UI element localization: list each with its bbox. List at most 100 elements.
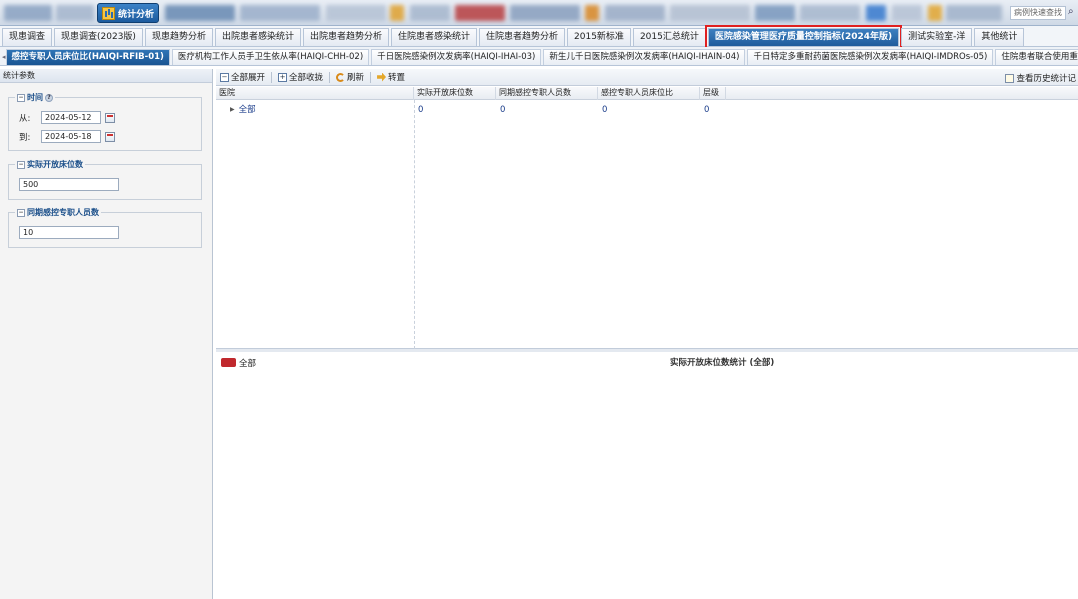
main-tab-bar: 现患调查 现患调查(2023版) 现患趋势分析 出院患者感染统计 出院患者趋势分析 住院患… — [0, 25, 1078, 49]
main-tab-3[interactable]: 出院患者感染统计 — [214, 28, 301, 46]
blurred-nav-item — [605, 5, 665, 21]
main-tab-1[interactable]: 现患调查(2023版) — [54, 28, 143, 46]
blurred-nav-item — [510, 5, 580, 21]
tree-row-label: 全部 — [238, 105, 256, 115]
refresh-label: 刷新 — [347, 73, 365, 83]
parameters-panel: 统计参数 − 时间 ? 从: 2024-05-12 到: 2024-05-18 … — [0, 69, 213, 599]
column-header-staff[interactable]: 同期感控专职人员数 — [496, 87, 598, 100]
blurred-nav-item — [455, 5, 505, 21]
sub-tab-3[interactable]: 新生儿千日医院感染例次发病率(HAIQI-IHAIN-04) — [543, 49, 746, 65]
expand-all-button[interactable]: − 全部展开 — [220, 71, 265, 83]
chart-legend-label[interactable]: 全部 — [239, 357, 256, 369]
from-date-input[interactable]: 2024-05-12 — [41, 111, 101, 124]
collapse-all-label: 全部收拢 — [289, 73, 324, 83]
column-header-hospital[interactable]: 医院 — [216, 87, 414, 100]
statistics-module-button[interactable]: 统计分析 — [97, 3, 159, 23]
main-tab-10[interactable]: 测试实验室-洋 — [901, 28, 973, 46]
collapse-tree-icon: + — [278, 72, 288, 82]
main-tab-2[interactable]: 现患趋势分析 — [144, 28, 213, 46]
chart-title: 实际开放床位数统计 (全部) — [670, 358, 775, 368]
main-tab-7[interactable]: 2015新标准 — [567, 28, 631, 46]
to-date-row: 到: 2024-05-18 — [19, 130, 115, 143]
blurred-nav-item — [946, 5, 1002, 21]
statistics-grid: 医院 实际开放床位数 同期感控专职人员数 感控专职人员床位比 层级 ▶ 全部 0… — [216, 87, 1078, 349]
view-history-button[interactable]: 查看历史统计记 — [1005, 72, 1076, 84]
column-header-level[interactable]: 层级 — [700, 87, 726, 100]
sub-tab-1[interactable]: 医疗机构工作人员手卫生依从率(HAIQI-CHH-02) — [171, 49, 370, 65]
main-tab-8[interactable]: 2015汇总统计 — [632, 28, 706, 46]
time-legend: − 时间 ? — [15, 92, 55, 103]
sub-tab-2[interactable]: 千日医院感染例次发病率(HAIQI-IHAI-03) — [371, 49, 542, 65]
staff-count-input[interactable]: 10 — [19, 226, 119, 239]
collapse-icon[interactable]: − — [17, 93, 25, 102]
transpose-icon — [377, 72, 387, 82]
top-nav-bar: 统计分析 病例快速查找 ⌕ — [0, 0, 1078, 26]
search-icon[interactable]: ⌕ — [1068, 6, 1074, 17]
calendar-icon[interactable] — [105, 131, 115, 142]
transpose-button[interactable]: 转置 — [377, 71, 405, 83]
view-history-label: 查看历史统计记 — [1016, 74, 1076, 84]
column-divider — [414, 100, 415, 349]
help-icon[interactable]: ? — [45, 93, 53, 102]
collapse-icon[interactable]: − — [17, 160, 25, 169]
blurred-nav-item — [410, 5, 450, 21]
history-icon — [1005, 73, 1015, 83]
chart-area: 全部 实际开放床位数统计 (全部) — [216, 352, 1078, 599]
blurred-nav-item — [240, 5, 320, 21]
main-tab-6[interactable]: 住院患者趋势分析 — [479, 28, 566, 46]
expand-all-label: 全部展开 — [231, 73, 266, 83]
bar-chart-icon — [102, 6, 115, 20]
grid-toolbar: − 全部展开 + 全部收拢 刷新 转置 查看历史统计记 — [216, 69, 1078, 86]
tree-row-all[interactable]: ▶ 全部 — [230, 103, 256, 115]
from-label: 从: — [19, 113, 31, 124]
beds-fieldset: − 实际开放床位数 500 — [8, 159, 202, 200]
cell-ratio: 0 — [602, 105, 608, 115]
toolbar-divider — [370, 71, 372, 83]
beds-legend: − 实际开放床位数 — [15, 159, 85, 170]
cell-staff: 0 — [500, 105, 506, 115]
cell-level: 0 — [704, 105, 710, 115]
column-header-ratio[interactable]: 感控专职人员床位比 — [598, 87, 700, 100]
time-legend-label: 时间 — [27, 93, 43, 102]
to-date-input[interactable]: 2024-05-18 — [41, 130, 101, 143]
blurred-nav-item — [928, 5, 942, 21]
quick-search-input[interactable]: 病例快速查找 — [1010, 6, 1066, 20]
blurred-nav-item — [56, 5, 94, 21]
sub-tab-5[interactable]: 住院患者联合使用重 — [995, 49, 1078, 65]
blurred-nav-item — [4, 5, 52, 21]
main-tab-0[interactable]: 现患调查 — [2, 28, 53, 46]
sub-tab-4[interactable]: 千日特定多重耐药菌医院感染例次发病率(HAIQI-IMDROs-05) — [747, 49, 994, 65]
open-beds-input[interactable]: 500 — [19, 178, 119, 191]
collapse-icon[interactable]: − — [17, 208, 25, 217]
sub-tab-0[interactable]: 感控专职人员床位比(HAIQI-RFIB-01) — [5, 49, 170, 65]
expand-icon: − — [220, 72, 229, 82]
legend-swatch[interactable] — [221, 358, 236, 367]
main-tab-11[interactable]: 其他统计 — [974, 28, 1025, 46]
blurred-nav-item — [755, 5, 795, 21]
blurred-nav-item — [892, 5, 922, 21]
blurred-nav-item — [165, 5, 235, 21]
collapse-all-button[interactable]: + 全部收拢 — [278, 71, 323, 83]
blurred-nav-item — [585, 5, 599, 21]
cell-open-beds: 0 — [418, 105, 424, 115]
blurred-nav-item — [670, 5, 750, 21]
beds-legend-label: 实际开放床位数 — [27, 160, 83, 169]
tree-expand-icon[interactable]: ▶ — [230, 106, 235, 113]
calendar-icon[interactable] — [105, 112, 115, 123]
staff-fieldset: − 同期感控专职人员数 10 — [8, 207, 202, 248]
sub-tab-bar: ◂ 感控专职人员床位比(HAIQI-RFIB-01) 医疗机构工作人员手卫生依从率… — [0, 47, 1078, 66]
toolbar-divider — [329, 71, 331, 83]
main-tab-5[interactable]: 住院患者感染统计 — [391, 28, 478, 46]
to-label: 到: — [19, 132, 31, 143]
staff-legend: − 同期感控专职人员数 — [15, 207, 101, 218]
time-fieldset: − 时间 ? 从: 2024-05-12 到: 2024-05-18 — [8, 92, 202, 151]
blurred-nav-item — [390, 5, 404, 21]
main-tab-4[interactable]: 出院患者趋势分析 — [302, 28, 389, 46]
module-label: 统计分析 — [118, 9, 155, 20]
parameters-panel-title: 统计参数 — [0, 69, 212, 83]
column-header-open-beds[interactable]: 实际开放床位数 — [414, 87, 496, 100]
staff-legend-label: 同期感控专职人员数 — [27, 208, 99, 217]
refresh-button[interactable]: 刷新 — [336, 71, 364, 83]
blurred-nav-item — [326, 5, 386, 21]
main-tab-9[interactable]: 医院感染管理医疗质量控制指标(2024年版) — [704, 25, 903, 49]
